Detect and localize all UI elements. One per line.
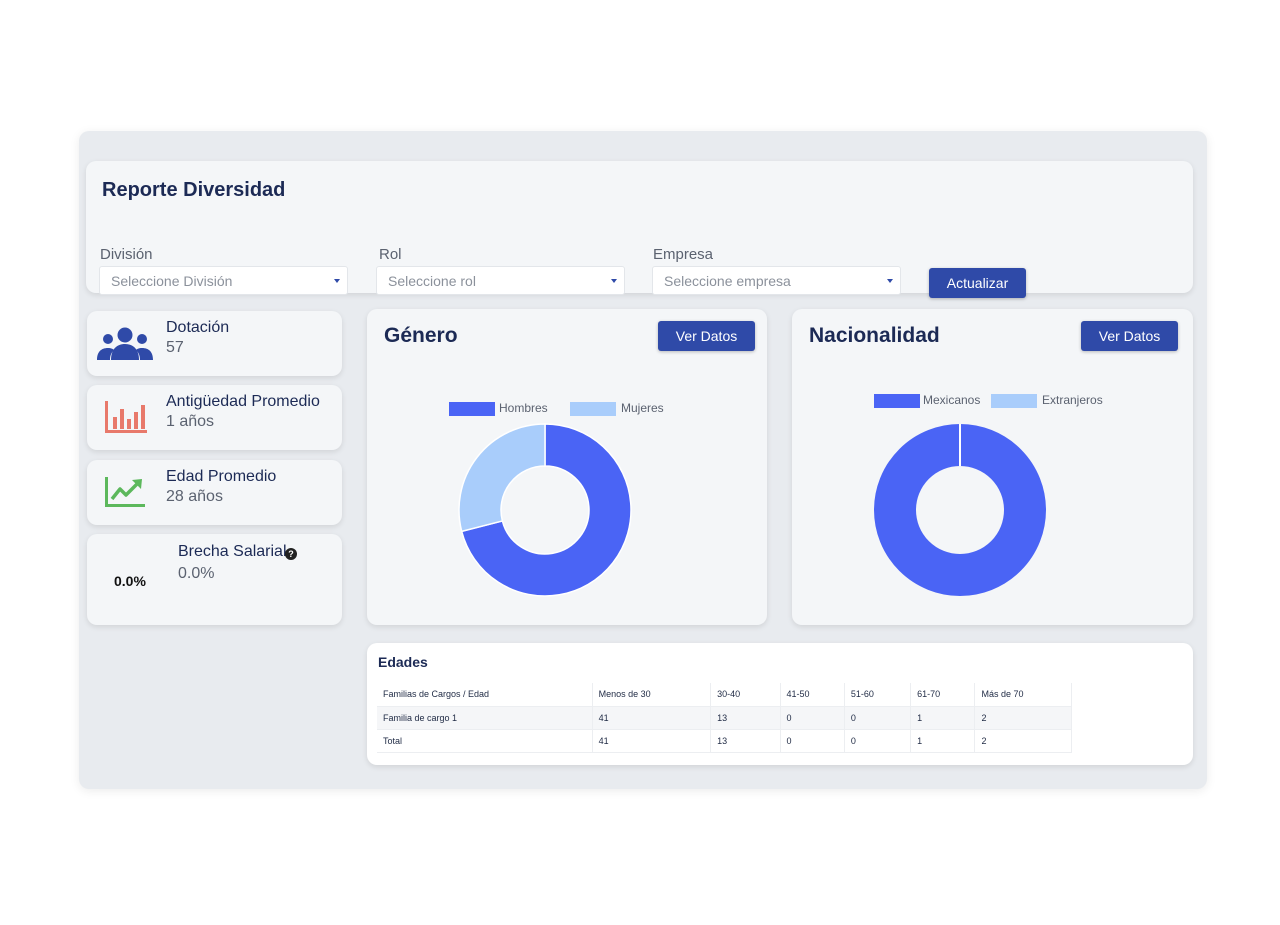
stat-value: 57 [166,339,184,356]
ages-table: Familias de Cargos / Edad Menos de 30 30… [377,683,1072,753]
stat-card-brecha: 0.0% Brecha Salarial ? 0.0% [87,534,342,625]
dashboard-frame: Reporte Diversidad División Seleccione D… [79,131,1207,789]
ages-table-card: Edades Familias de Cargos / Edad Menos d… [367,643,1193,765]
legend-label-extranjeros: Extranjeros [1042,393,1103,407]
chevron-down-icon [334,279,340,283]
salary-gap-badge: 0.0% [114,573,146,589]
stat-value: 28 años [166,488,223,505]
empresa-placeholder: Seleccione empresa [664,273,791,289]
legend-swatch-mexicanos [874,394,920,408]
legend-swatch-hombres [449,402,495,416]
nationality-chart-card: Nacionalidad Ver Datos Mexicanos Extranj… [792,309,1193,625]
people-icon [97,327,153,360]
column-header: 41-50 [780,683,845,707]
column-header: 51-60 [844,683,912,707]
stat-title: Brecha Salarial [178,543,287,560]
table-cell: 0 [844,729,912,753]
division-select[interactable]: Seleccione División [99,266,348,295]
gender-chart-card: Género Ver Datos Hombres Mujeres [367,309,767,625]
rol-label: Rol [379,246,402,263]
stat-title: Edad Promedio [166,468,277,485]
stat-value: 1 años [166,413,215,430]
table-cell: 41 [592,729,712,753]
chart-title: Nacionalidad [809,324,940,347]
legend-label-mujeres: Mujeres [621,401,664,415]
table-header-row: Familias de Cargos / Edad Menos de 30 30… [377,683,1072,707]
table-cell: 13 [710,729,781,753]
division-placeholder: Seleccione División [111,273,233,289]
stat-title: Antigüedad Promedio [166,393,320,410]
stat-card-dotacion: Dotación 57 [87,311,342,376]
stat-card-antiguedad: Antigüedad Promedio 1 años [87,385,342,450]
empresa-label: Empresa [653,246,714,263]
page-title: Reporte Diversidad [102,179,286,201]
slice-mujeres [458,423,546,533]
table-cell: 1 [910,706,976,730]
table-cell: 41 [592,706,712,730]
filter-panel: Reporte Diversidad División Seleccione D… [86,161,1193,298]
table-row: Familia de cargo 1 41 13 0 0 1 2 [377,706,1072,730]
table-cell: 2 [974,729,1072,753]
table-cell: Total [377,729,593,753]
rol-select[interactable]: Seleccione rol [376,266,625,295]
table-title: Edades [378,654,428,670]
table-cell: 1 [910,729,976,753]
table-cell: 13 [710,706,781,730]
column-header: Menos de 30 [592,683,712,707]
stat-title: Dotación [166,319,230,336]
column-header: 30-40 [710,683,781,707]
table-cell: Familia de cargo 1 [377,706,593,730]
trend-up-icon [105,477,145,507]
view-data-button[interactable]: Ver Datos [1081,321,1178,351]
legend-label-hombres: Hombres [499,401,548,415]
help-icon[interactable]: ? [285,548,297,560]
column-header: 61-70 [910,683,976,707]
rol-placeholder: Seleccione rol [388,273,476,289]
table-cell: 0 [844,706,912,730]
bar-chart-icon [105,401,147,433]
column-header: Más de 70 [974,683,1072,707]
stat-card-edad: Edad Promedio 28 años [87,460,342,525]
empresa-select[interactable]: Seleccione empresa [652,266,901,295]
update-button[interactable]: Actualizar [929,268,1026,298]
division-label: División [100,246,153,263]
table-row: Total 41 13 0 0 1 2 [377,729,1072,753]
svg-text:?: ? [288,549,294,559]
column-header: Familias de Cargos / Edad [377,683,593,707]
gender-donut-chart [458,423,632,597]
table-cell: 0 [780,729,845,753]
stat-value: 0.0% [178,565,215,582]
chart-title: Género [384,324,458,347]
table-cell: 0 [780,706,845,730]
table-cell: 2 [974,706,1072,730]
legend-swatch-mujeres [570,402,616,416]
chevron-down-icon [611,279,617,283]
chevron-down-icon [887,279,893,283]
legend-label-mexicanos: Mexicanos [923,393,981,407]
legend-swatch-extranjeros [991,394,1037,408]
view-data-button[interactable]: Ver Datos [658,321,755,351]
nationality-donut-chart [874,424,1046,596]
